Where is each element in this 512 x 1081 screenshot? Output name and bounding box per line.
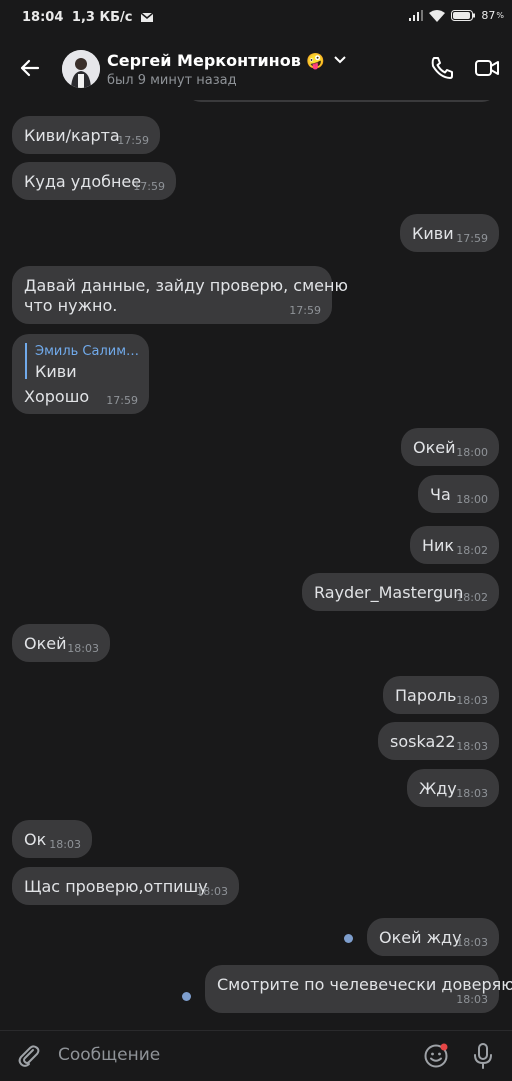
message-outgoing[interactable]: Пароль 18:03	[383, 676, 499, 714]
reply-text: Киви	[35, 362, 77, 381]
microphone-icon[interactable]	[471, 1042, 495, 1070]
smile-icon[interactable]	[423, 1043, 449, 1069]
message-outgoing[interactable]: Rayder_Mastergun 18:02	[302, 573, 499, 611]
message-text: Киви/карта	[24, 126, 120, 145]
message-time: 18:00	[456, 446, 488, 459]
message-text-line: что нужно.	[24, 296, 118, 315]
message-text: Щас проверю,отпишу	[24, 877, 208, 896]
message-outgoing[interactable]: Смотрите по челевечески доверяю 18:03	[205, 965, 512, 1013]
message-outgoing[interactable]: Окей жду 18:03	[367, 918, 499, 956]
message-outgoing[interactable]: Ча 18:00	[418, 475, 499, 513]
message-text-line: Давай данные, зайду проверю, сменю	[24, 276, 348, 295]
status-emoji: 🤪	[306, 52, 326, 70]
message-time: 17:59	[117, 134, 149, 147]
avatar[interactable]	[62, 50, 100, 88]
unread-indicator	[344, 934, 353, 943]
message-outgoing[interactable]: soska22 18:03	[378, 722, 499, 760]
message-partial	[185, 100, 498, 102]
message-text: Хорошо	[24, 387, 90, 406]
message-incoming[interactable]: Щас проверю,отпишу 18:03	[12, 867, 239, 905]
message-time: 17:59	[106, 394, 138, 407]
arrow-left-icon[interactable]	[16, 54, 44, 82]
message-outgoing[interactable]: Ник 18:02	[410, 526, 499, 564]
last-seen-status: был 9 минут назад	[107, 73, 237, 88]
contact-name-row[interactable]: Сергей Мерконтинов 🤪	[107, 51, 346, 70]
network-speed: 1,3 КБ/с	[71, 10, 133, 25]
message-text: Жду	[419, 779, 457, 798]
message-time: 18:03	[456, 993, 488, 1006]
message-time: 18:03	[456, 740, 488, 753]
message-text: Киви	[412, 224, 454, 243]
message-list[interactable]: Киви/карта 17:59 Куда удобнее 17:59 Киви…	[0, 100, 512, 1030]
message-incoming[interactable]: Окей 18:03	[12, 624, 110, 662]
chevron-down-icon[interactable]	[333, 56, 346, 64]
message-outgoing[interactable]: Киви 17:59	[400, 214, 499, 252]
message-time: 18:02	[456, 591, 488, 604]
message-time: 18:02	[456, 544, 488, 557]
message-text: Ча	[430, 485, 451, 504]
message-time: 18:03	[456, 787, 488, 800]
status-time: 18:04	[22, 10, 64, 25]
message-time: 18:00	[456, 493, 488, 506]
chat-header: Сергей Мерконтинов 🤪 был 9 минут назад	[0, 36, 512, 100]
message-text: Окей жду	[379, 928, 462, 947]
message-incoming[interactable]: Куда удобнее 17:59	[12, 162, 176, 200]
message-text: Пароль	[395, 686, 457, 705]
message-outgoing[interactable]: Жду 18:03	[407, 769, 499, 807]
message-text: soska22	[390, 732, 456, 751]
status-right: 87%	[409, 9, 504, 22]
message-text: Ник	[422, 536, 455, 555]
message-outgoing[interactable]: Окей 18:00	[401, 428, 499, 466]
wifi-icon	[429, 9, 446, 22]
mail-icon	[140, 12, 154, 22]
reply-author[interactable]: Эмиль Салим…	[35, 344, 139, 359]
status-bar: 18:04 1,3 КБ/с 87%	[0, 0, 512, 36]
message-text: Смотрите по челевечески доверяю	[217, 975, 512, 994]
message-time: 18:03	[456, 694, 488, 707]
message-time: 18:03	[196, 885, 228, 898]
avatar-photo	[62, 50, 100, 88]
reply-bar	[25, 343, 27, 379]
message-composer: Сообщение	[0, 1030, 512, 1081]
video-camera-icon[interactable]	[473, 54, 501, 82]
message-text: Окей	[413, 438, 456, 457]
message-incoming-reply[interactable]: Эмиль Салим… Киви Хорошо 17:59	[12, 334, 149, 414]
message-time: 17:59	[289, 304, 321, 317]
signal-icon	[409, 10, 424, 21]
message-text: Куда удобнее	[24, 172, 142, 191]
message-text: Rayder_Mastergun	[314, 583, 464, 602]
message-time: 18:03	[49, 838, 81, 851]
message-incoming[interactable]: Ок 18:03	[12, 820, 92, 858]
message-time: 17:59	[456, 232, 488, 245]
paperclip-icon[interactable]	[16, 1043, 42, 1069]
message-incoming[interactable]: Киви/карта 17:59	[12, 116, 160, 154]
message-time: 18:03	[67, 642, 99, 655]
message-input[interactable]: Сообщение	[58, 1045, 160, 1065]
message-text: Ок	[24, 830, 47, 849]
unread-indicator	[182, 992, 191, 1001]
message-incoming[interactable]: Давай данные, зайду проверю, сменю что н…	[12, 266, 348, 324]
contact-name: Сергей Мерконтинов	[107, 51, 301, 70]
phone-icon[interactable]	[428, 54, 456, 82]
status-left: 18:04 1,3 КБ/с	[22, 10, 154, 25]
message-text: Окей	[24, 634, 67, 653]
battery-icon	[451, 10, 476, 21]
message-time: 17:59	[133, 180, 165, 193]
battery-level: 87	[481, 9, 496, 22]
message-time: 18:03	[456, 936, 488, 949]
